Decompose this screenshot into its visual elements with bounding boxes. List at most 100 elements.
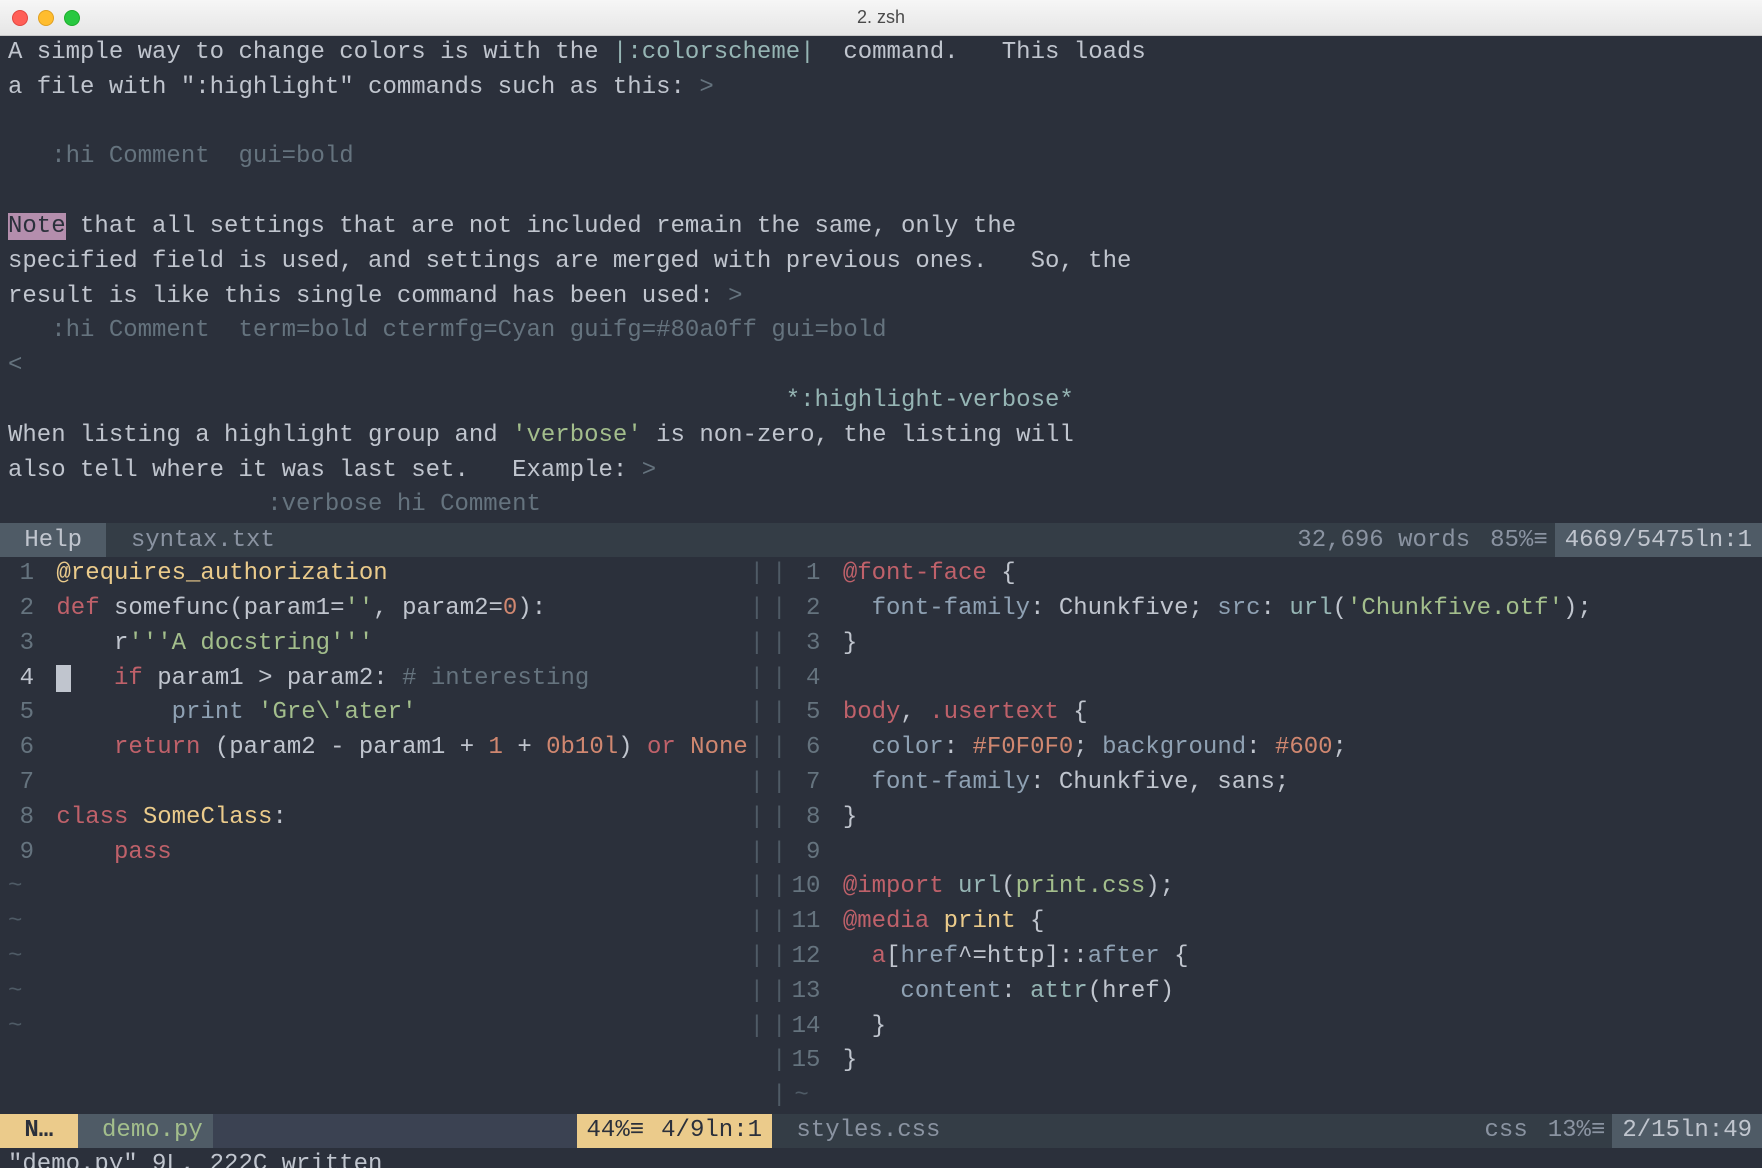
code-token: attr bbox=[1030, 978, 1088, 1005]
fold-column-icon: | bbox=[750, 696, 772, 731]
split-separator-icon[interactable]: | bbox=[772, 908, 786, 935]
css-line[interactable]: | 1 @font-face { bbox=[772, 557, 1762, 592]
python-line[interactable]: 2 def somefunc(param1='', param2=0):| bbox=[0, 592, 772, 627]
code-token: @font-face bbox=[843, 560, 987, 587]
code-token: ); bbox=[1563, 595, 1592, 622]
line-number: 9 bbox=[786, 836, 828, 871]
code-token: ) bbox=[618, 734, 647, 761]
split-separator-icon[interactable]: | bbox=[772, 943, 786, 970]
split-separator-icon[interactable]: | bbox=[772, 1082, 786, 1109]
split-separator-icon[interactable]: | bbox=[772, 630, 786, 657]
split-separator-icon[interactable]: | bbox=[772, 560, 786, 587]
split-separator-icon[interactable]: | bbox=[772, 804, 786, 831]
mode-indicator: N… bbox=[0, 1114, 78, 1148]
split-separator-icon[interactable]: | bbox=[772, 1013, 786, 1040]
right-filename: styles.css bbox=[772, 1114, 950, 1148]
split-separator-icon[interactable]: | bbox=[772, 665, 786, 692]
help-pane[interactable]: A simple way to change colors is with th… bbox=[0, 36, 1762, 523]
css-line[interactable]: | 4 bbox=[772, 662, 1762, 697]
code-token: ]:: bbox=[1044, 943, 1087, 970]
fold-column-icon: | bbox=[750, 940, 772, 975]
code-token: ; bbox=[1073, 734, 1102, 761]
fold-column-icon: | bbox=[750, 801, 772, 836]
code-token: [ bbox=[886, 943, 900, 970]
code-token: + bbox=[460, 734, 474, 761]
code-token: # interesting bbox=[402, 665, 589, 692]
right-pane[interactable]: | 1 @font-face {| 2 font-family: Chunkfi… bbox=[772, 557, 1762, 1114]
line-number: 2 bbox=[786, 592, 828, 627]
line-number: 10 bbox=[786, 870, 828, 905]
help-line: result is like this single command has b… bbox=[0, 280, 1762, 315]
css-line[interactable]: | 6 color: #F0F0F0; background: #600; bbox=[772, 731, 1762, 766]
command-line[interactable]: "demo.py" 9L, 222C written bbox=[0, 1148, 1762, 1168]
code-token: ( bbox=[1001, 873, 1015, 900]
code-token: class bbox=[56, 804, 128, 831]
tilde-icon: ~ bbox=[0, 943, 22, 970]
code-token: return bbox=[114, 734, 200, 761]
code-token: pass bbox=[114, 839, 172, 866]
python-line[interactable]: 5 print 'Gre\'ater'| bbox=[0, 696, 772, 731]
code-token: } bbox=[843, 1047, 857, 1074]
css-line[interactable]: | 9 bbox=[772, 836, 1762, 871]
python-line[interactable]: 7 | bbox=[0, 766, 772, 801]
fold-column-icon: | bbox=[750, 731, 772, 766]
help-line: < bbox=[0, 349, 1762, 384]
python-code[interactable]: 1 @requires_authorization| 2 def somefun… bbox=[0, 557, 772, 870]
fold-column-icon: | bbox=[750, 1010, 772, 1045]
python-line[interactable]: 9 pass| bbox=[0, 836, 772, 871]
code-token bbox=[843, 769, 872, 796]
css-line[interactable]: |13 content: attr(href) bbox=[772, 975, 1762, 1010]
code-token: 0 bbox=[503, 595, 517, 622]
code-token bbox=[843, 978, 901, 1005]
split-separator-icon[interactable]: | bbox=[772, 978, 786, 1005]
css-line[interactable]: |15 } bbox=[772, 1044, 1762, 1079]
python-line[interactable]: 1 @requires_authorization| bbox=[0, 557, 772, 592]
css-line[interactable]: |14 } bbox=[772, 1010, 1762, 1045]
code-token: #600 bbox=[1275, 734, 1333, 761]
code-token bbox=[56, 839, 114, 866]
help-line: :hi Comment term=bold ctermfg=Cyan guifg… bbox=[0, 314, 1762, 349]
css-line[interactable]: |10 @import url(print.css); bbox=[772, 870, 1762, 905]
line-number: 6 bbox=[786, 731, 828, 766]
code-token: '''A docstring''' bbox=[128, 630, 373, 657]
split-separator-icon[interactable]: | bbox=[772, 873, 786, 900]
css-line[interactable]: | 3 } bbox=[772, 627, 1762, 662]
fold-column-icon: | bbox=[750, 975, 772, 1010]
split-separator-icon[interactable]: | bbox=[772, 1047, 786, 1074]
python-line[interactable]: 3 r'''A docstring'''| bbox=[0, 627, 772, 662]
css-line[interactable]: | 2 font-family: Chunkfive; src: url('Ch… bbox=[772, 592, 1762, 627]
css-line[interactable]: | 7 font-family: Chunkfive, sans; bbox=[772, 766, 1762, 801]
fold-column-icon: | bbox=[750, 557, 772, 592]
split-separator-icon[interactable]: | bbox=[772, 769, 786, 796]
css-line[interactable]: | 8 } bbox=[772, 801, 1762, 836]
code-token: None bbox=[690, 734, 748, 761]
split-separator-icon[interactable]: | bbox=[772, 734, 786, 761]
terminal-area[interactable]: A simple way to change colors is with th… bbox=[0, 36, 1762, 1168]
code-token: .usertext bbox=[929, 699, 1059, 726]
code-token: = bbox=[489, 595, 503, 622]
help-line: *:highlight-verbose* bbox=[0, 384, 1762, 419]
line-number: 7 bbox=[0, 766, 42, 801]
code-token bbox=[532, 734, 546, 761]
python-line[interactable]: 8 class SomeClass:| bbox=[0, 801, 772, 836]
css-line[interactable]: |11 @media print { bbox=[772, 905, 1762, 940]
tilde-icon: ~ bbox=[0, 978, 22, 1005]
code-token: - bbox=[330, 734, 344, 761]
css-line[interactable]: |12 a[href^=http]::after { bbox=[772, 940, 1762, 975]
right-filetype: css bbox=[1475, 1114, 1538, 1148]
code-token: } bbox=[843, 1013, 886, 1040]
split-separator-icon[interactable]: | bbox=[772, 699, 786, 726]
left-pane[interactable]: 1 @requires_authorization| 2 def somefun… bbox=[0, 557, 772, 1114]
css-line[interactable]: | 5 body, .usertext { bbox=[772, 696, 1762, 731]
help-line: :hi Comment gui=bold bbox=[0, 140, 1762, 175]
css-code[interactable]: | 1 @font-face {| 2 font-family: Chunkfi… bbox=[772, 557, 1762, 1079]
code-token: a bbox=[872, 943, 886, 970]
code-token: href bbox=[1102, 978, 1160, 1005]
code-token: : Chunkfive, sans; bbox=[1030, 769, 1289, 796]
code-token: , bbox=[900, 699, 929, 726]
right-position: 2/15 ln : 49 bbox=[1612, 1114, 1762, 1148]
python-line[interactable]: 4 if param1 > param2: # interesting| bbox=[0, 662, 772, 697]
python-line[interactable]: 6 return (param2 - param1 + 1 + 0b10l) o… bbox=[0, 731, 772, 766]
split-separator-icon[interactable]: | bbox=[772, 839, 786, 866]
split-separator-icon[interactable]: | bbox=[772, 595, 786, 622]
